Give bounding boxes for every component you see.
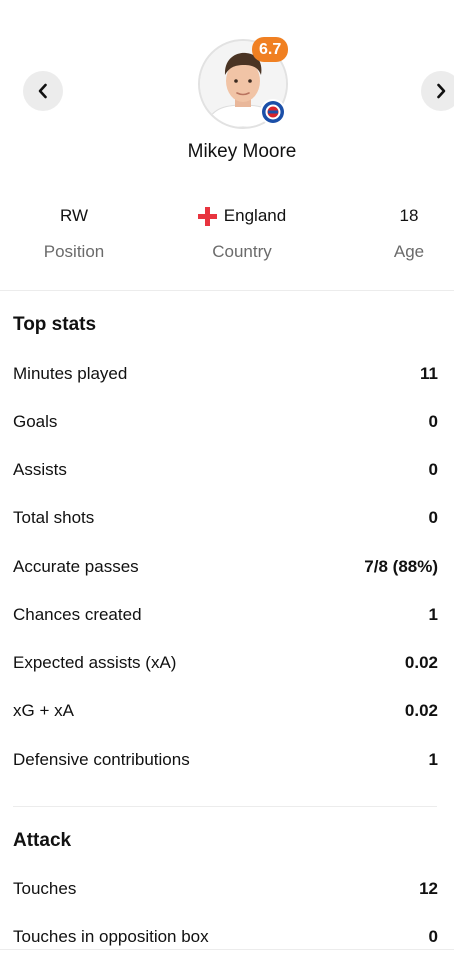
stat-value: 11 — [420, 364, 438, 383]
chevron-right-icon — [437, 83, 446, 99]
england-flag-icon — [197, 206, 217, 226]
attack-title: Attack — [13, 830, 72, 851]
player-header: 6.7 Mikey Moore RW Position England Coun… — [0, 0, 454, 290]
stat-value: 7/8 (88%) — [364, 557, 438, 576]
stat-value: 0.02 — [404, 701, 438, 720]
stat-row: Touches 12 — [13, 875, 438, 903]
position-value: RW — [59, 206, 88, 225]
player-avatar-group: 6.7 — [198, 37, 289, 129]
stat-row: Defensive contributions 1 — [13, 746, 438, 774]
age-value: 18 — [399, 206, 419, 225]
bottom-divider — [0, 949, 454, 950]
header-divider — [0, 290, 454, 291]
stat-value: 0 — [428, 460, 438, 479]
stat-label: Expected assists (xA) — [13, 653, 177, 672]
stat-row: Accurate passes 7/8 (88%) — [13, 553, 438, 581]
stat-row: Minutes played 11 — [13, 360, 438, 388]
chevron-left-icon — [38, 83, 47, 99]
player-info-row: RW Position England Country 18 Age — [0, 204, 454, 274]
country-value: England — [223, 206, 287, 225]
rangers-crest-icon — [262, 101, 284, 123]
stat-value: 1 — [428, 605, 438, 624]
country-value-wrap: England — [176, 204, 308, 228]
stat-label: xG + xA — [13, 701, 74, 720]
top-stats-title: Top stats — [13, 314, 97, 335]
stat-label: Accurate passes — [13, 557, 139, 576]
stat-row: xG + xA 0.02 — [13, 697, 438, 725]
stat-label: Chances created — [13, 605, 142, 624]
stat-label: Minutes played — [13, 364, 128, 383]
stat-label: Total shots — [13, 508, 95, 527]
player-name: Mikey Moore — [187, 141, 297, 162]
stat-value: 12 — [419, 879, 438, 898]
position-info: RW Position — [34, 204, 114, 263]
stat-label: Defensive contributions — [13, 750, 190, 769]
stat-value: 1 — [428, 750, 438, 769]
next-player-button[interactable] — [421, 71, 454, 111]
stat-value: 0 — [428, 412, 438, 431]
age-label: Age — [393, 242, 425, 261]
previous-player-button[interactable] — [23, 71, 63, 111]
stat-label: Assists — [13, 460, 67, 479]
club-badge — [260, 99, 286, 125]
stat-row: Total shots 0 — [13, 504, 438, 532]
stat-label: Goals — [13, 412, 58, 431]
stat-label: Touches — [13, 879, 77, 898]
country-info: England Country — [176, 204, 308, 263]
stat-row: Assists 0 — [13, 456, 438, 484]
stat-value: 0 — [428, 508, 438, 527]
stat-label: Touches in opposition box — [13, 927, 209, 946]
stat-row: Touches in opposition box 0 — [13, 923, 438, 951]
age-info: 18 Age — [375, 204, 443, 263]
stat-row: Goals 0 — [13, 408, 438, 436]
stat-value: 0.02 — [404, 653, 438, 672]
stat-value: 0 — [428, 927, 438, 946]
stat-row: Expected assists (xA) 0.02 — [13, 649, 438, 677]
position-label: Position — [43, 242, 105, 261]
rating-badge: 6.7 — [252, 37, 289, 62]
section-divider — [13, 806, 437, 807]
stat-row: Chances created 1 — [13, 601, 438, 629]
country-label: Country — [212, 242, 272, 261]
